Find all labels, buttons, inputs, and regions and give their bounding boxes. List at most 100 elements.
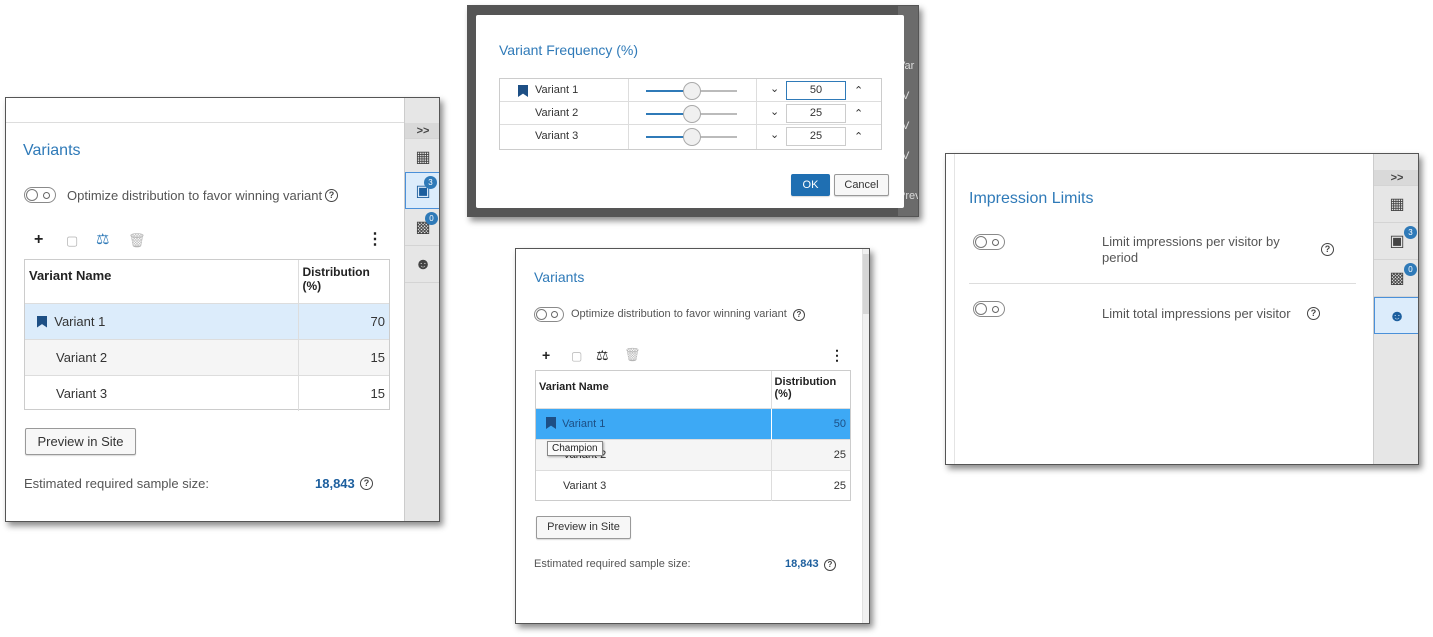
preview-in-site-button[interactable]: Preview in Site xyxy=(536,516,631,539)
more-options-icon[interactable]: ⋮ xyxy=(830,347,844,363)
sample-size-label: Estimated required sample size: xyxy=(534,558,691,570)
help-icon[interactable]: ? xyxy=(325,189,338,202)
frequency-table: Variant 1 ⌄ 50 ⌃ Variant 2 ⌄ 25 ⌃ Varian… xyxy=(499,78,882,150)
sample-size-label: Estimated required sample size: xyxy=(24,476,209,491)
frequency-input[interactable]: 50 xyxy=(786,81,846,100)
scrollbar-thumb[interactable] xyxy=(863,254,869,314)
decrement-icon[interactable]: ⌄ xyxy=(770,82,779,95)
variant-name: Variant 1 xyxy=(54,313,106,329)
creatives-icon[interactable]: ▩ 0 xyxy=(1374,260,1418,297)
column-header-distribution: Distribution (%) xyxy=(774,376,837,400)
variants-count-badge: 3 xyxy=(424,176,437,189)
table-row[interactable]: Variant 2 15 xyxy=(25,338,389,375)
variant-distribution: 25 xyxy=(771,469,850,501)
add-icon[interactable]: + xyxy=(542,347,550,363)
variant-distribution: 15 xyxy=(298,374,389,411)
add-user-icon[interactable]: ☻ xyxy=(405,246,439,283)
decrement-icon[interactable]: ⌄ xyxy=(770,128,779,141)
add-user-icon[interactable]: ☻ xyxy=(1374,297,1418,334)
increment-icon[interactable]: ⌃ xyxy=(854,130,863,143)
variant-name: Variant 1 xyxy=(535,84,579,96)
add-icon[interactable]: + xyxy=(34,232,43,248)
help-icon[interactable]: ? xyxy=(1307,307,1320,320)
variants-table: Variant Name Distribution (%) Variant 1 … xyxy=(535,370,851,501)
help-icon[interactable]: ? xyxy=(793,309,805,321)
right-rail: >> ▦ ▣ 3 ▩ 0 ☻ xyxy=(404,98,439,521)
frequency-slider[interactable] xyxy=(646,128,737,146)
variants-icon[interactable]: ▣ 3 xyxy=(405,172,439,209)
preview-in-site-button[interactable]: Preview in Site xyxy=(25,428,136,455)
champion-bookmark-icon[interactable] xyxy=(546,417,556,429)
column-header-name: Variant Name xyxy=(536,371,772,408)
table-row[interactable]: Variant 3 25 xyxy=(536,469,850,501)
bookmark-icon[interactable]: ▢ xyxy=(571,348,582,364)
variant-frequency-dialog-frame: Var V V V Prev Variant Frequency (%) Var… xyxy=(467,5,919,217)
variant-distribution: 50 xyxy=(771,407,850,439)
champion-tooltip: Champion xyxy=(547,441,603,456)
collapse-rail-icon[interactable]: >> xyxy=(405,123,439,139)
variant-distribution: 15 xyxy=(298,338,389,375)
balance-scale-icon[interactable]: ⚖ xyxy=(96,232,109,248)
trash-icon[interactable]: 🗑 xyxy=(128,232,146,248)
variant-distribution: 25 xyxy=(771,438,850,470)
panel-title: Variants xyxy=(534,269,585,285)
bookmark-icon[interactable]: ▢ xyxy=(66,233,78,249)
panel-title: Variants xyxy=(23,142,81,159)
limit-period-toggle[interactable] xyxy=(973,234,1005,250)
variant-name: Variant 3 xyxy=(536,469,772,501)
trash-icon[interactable]: 🗑 xyxy=(624,347,641,363)
frequency-slider[interactable] xyxy=(646,82,737,100)
help-icon[interactable]: ? xyxy=(1321,243,1334,256)
champion-bookmark-icon xyxy=(37,315,47,328)
scrollbar[interactable] xyxy=(862,249,869,623)
properties-icon[interactable]: ▦ xyxy=(1374,186,1418,223)
creatives-count-badge: 0 xyxy=(1404,263,1417,276)
limit-total-toggle[interactable] xyxy=(973,301,1005,317)
limit-period-label: Limit impressions per visitor by period xyxy=(1102,234,1280,265)
champion-bookmark-icon xyxy=(518,85,528,97)
variant-name: Variant 3 xyxy=(25,374,299,411)
dialog-title: Variant Frequency (%) xyxy=(499,42,639,58)
creatives-icon[interactable]: ▩ 0 xyxy=(405,209,439,246)
table-row[interactable]: Variant 1 50 xyxy=(536,407,850,439)
table-row[interactable]: Variant 3 15 xyxy=(25,374,389,411)
variants-icon[interactable]: ▣ 3 xyxy=(1374,223,1418,260)
panel-title: Impression Limits xyxy=(969,190,1094,207)
frequency-input[interactable]: 25 xyxy=(786,104,846,123)
help-icon[interactable]: ? xyxy=(824,559,836,571)
creatives-count-badge: 0 xyxy=(425,212,438,225)
cancel-button[interactable]: Cancel xyxy=(834,174,889,196)
increment-icon[interactable]: ⌃ xyxy=(854,107,863,120)
balance-scale-icon[interactable]: ⚖ xyxy=(596,347,609,363)
variant-distribution: 70 xyxy=(298,302,389,339)
optimize-toggle[interactable] xyxy=(534,307,564,322)
variants-panel-left: Variants Optimize distribution to favor … xyxy=(5,97,440,522)
decrement-icon[interactable]: ⌄ xyxy=(770,105,779,118)
sample-size-value: 18,843 xyxy=(315,476,355,491)
variant-name: Variant 1 xyxy=(562,418,606,430)
variants-panel-middle: Variants Optimize distribution to favor … xyxy=(515,248,870,624)
variant-frequency-dialog: Variant Frequency (%) Variant 1 ⌄ 50 ⌃ V… xyxy=(476,15,904,208)
frequency-row: Variant 2 ⌄ 25 ⌃ xyxy=(500,102,881,125)
sample-size-value: 18,843 xyxy=(785,558,819,570)
collapse-rail-icon[interactable]: >> xyxy=(1374,170,1418,186)
ok-button[interactable]: OK xyxy=(791,174,830,196)
optimize-label: Optimize distribution to favor winning v… xyxy=(571,308,787,320)
frequency-slider[interactable] xyxy=(646,105,737,123)
limit-total-label: Limit total impressions per visitor xyxy=(1102,306,1291,321)
help-icon[interactable]: ? xyxy=(360,477,373,490)
frequency-row: Variant 3 ⌄ 25 ⌃ xyxy=(500,125,881,149)
right-rail: >> ▦ ▣ 3 ▩ 0 ☻ xyxy=(1373,154,1418,464)
variant-name: Variant 2 xyxy=(25,338,299,375)
variants-table: Variant Name Distribution (%) Variant 1 … xyxy=(24,259,390,411)
table-row[interactable]: Variant 1 70 xyxy=(25,302,389,339)
frequency-row: Variant 1 ⌄ 50 ⌃ xyxy=(500,79,881,149)
increment-icon[interactable]: ⌃ xyxy=(854,84,863,97)
optimize-toggle[interactable] xyxy=(24,187,56,203)
more-options-icon[interactable]: ⋮ xyxy=(367,232,383,248)
properties-icon[interactable]: ▦ xyxy=(405,139,439,176)
column-header-name: Variant Name xyxy=(25,260,299,303)
optimize-label: Optimize distribution to favor winning v… xyxy=(67,188,323,203)
frequency-input[interactable]: 25 xyxy=(786,127,846,146)
panel-header-strip xyxy=(6,98,439,123)
